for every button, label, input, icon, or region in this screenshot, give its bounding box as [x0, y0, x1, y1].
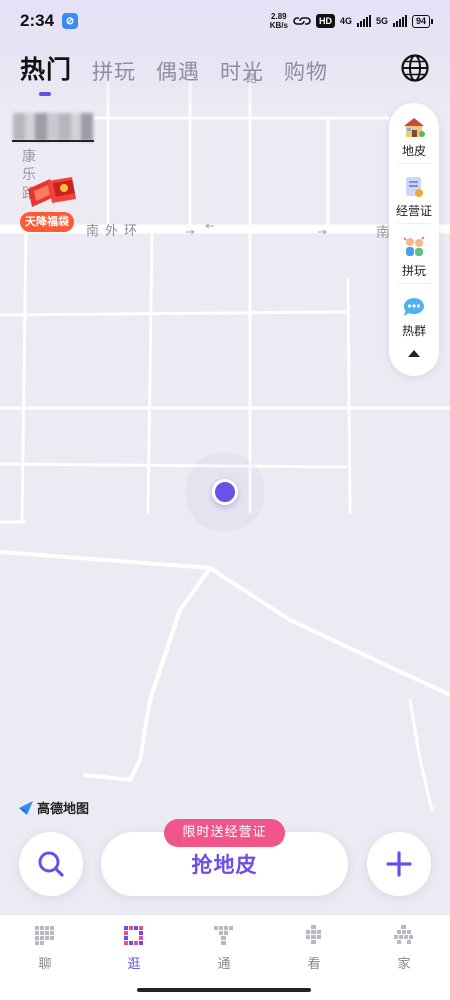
- watch-pixel-icon: [306, 925, 321, 944]
- nav-watch[interactable]: 看: [284, 923, 344, 972]
- dock-label-play-together: 拼玩: [401, 264, 426, 278]
- dock-item-hot-groups[interactable]: 热群: [389, 294, 439, 339]
- map-provider-name: 高德地图: [37, 802, 90, 817]
- status-time: 2:34: [20, 11, 55, 30]
- link-icon: ⊘: [62, 13, 79, 29]
- explore-pixel-icon: [124, 926, 143, 945]
- home-pixel-icon: [394, 925, 413, 944]
- signal-icon: [356, 15, 371, 27]
- nav-label-chat: 聊: [38, 957, 52, 972]
- signal-icon-2: [392, 15, 407, 27]
- nav-label-explore: 逛: [127, 957, 141, 972]
- net-type-1: 4G: [339, 16, 352, 26]
- dock-label-land: 地皮: [401, 144, 426, 158]
- home-indicator: [137, 988, 311, 992]
- nav-connect[interactable]: 通: [194, 923, 254, 972]
- chat-pixel-icon: [35, 926, 54, 945]
- dock-label-hot-groups: 热群: [401, 324, 426, 338]
- plus-icon: [386, 851, 412, 877]
- nav-explore[interactable]: 逛: [104, 923, 164, 972]
- tab-shopping[interactable]: 购物: [284, 56, 328, 86]
- dock-item-certificate[interactable]: 经营证: [389, 174, 439, 219]
- house-icon: [404, 118, 425, 137]
- promo-label[interactable]: 天降福袋: [20, 212, 74, 232]
- speed-unit: KB/s: [269, 21, 288, 30]
- red-packet-icon: [28, 177, 76, 207]
- blurred-place-name: [13, 113, 93, 141]
- tab-moments[interactable]: 时光: [220, 56, 264, 86]
- nav-chat[interactable]: 聊: [15, 923, 75, 972]
- tab-encounter[interactable]: 偶遇: [156, 56, 200, 86]
- amap-arrow-icon: [19, 800, 33, 815]
- road-name-right: 南: [376, 225, 390, 241]
- chat-bubble-icon: [403, 298, 424, 316]
- collapse-arrow-icon[interactable]: [408, 350, 420, 357]
- search-icon: [38, 851, 64, 877]
- network-speed: 2.89 KB/s: [270, 12, 288, 30]
- add-button[interactable]: [367, 832, 431, 896]
- nav-home[interactable]: 家: [374, 923, 434, 972]
- players-icon: [403, 236, 425, 256]
- dock-divider: [397, 283, 431, 284]
- map-provider-logo: 高德地图: [18, 798, 89, 817]
- dock-divider: [397, 163, 431, 164]
- place-underline: [12, 140, 94, 142]
- status-bar: 2:34 ⊘ 2.89 KB/s HD 4G 5G 94: [0, 0, 450, 42]
- nav-label-watch: 看: [307, 957, 321, 972]
- top-tabs: 热门 拼玩 偶遇 时光 购物: [20, 50, 348, 96]
- speed-value: 2.89: [271, 12, 287, 21]
- globe-icon[interactable]: [400, 53, 430, 83]
- net-type-2: 5G: [375, 16, 388, 26]
- search-button[interactable]: [19, 832, 83, 896]
- dock-item-land[interactable]: 地皮: [389, 114, 439, 159]
- certificate-icon: [406, 177, 423, 197]
- battery-icon: 94: [411, 14, 434, 28]
- dock-label-certificate: 经营证: [395, 204, 432, 218]
- street-char-1: 康: [22, 149, 36, 165]
- tab-hot[interactable]: 热门: [20, 50, 72, 96]
- nav-label-connect: 通: [217, 957, 231, 972]
- current-location-dot: [212, 479, 238, 505]
- hd-badge: HD: [315, 14, 335, 28]
- road-name: 南外环: [86, 224, 144, 239]
- nav-label-home: 家: [397, 957, 411, 972]
- promo-tag: 限时送经营证: [164, 819, 285, 847]
- hotspot-link-icon: [293, 17, 311, 25]
- right-dock: 地皮 经营证 拼玩 热群: [389, 103, 439, 376]
- dock-item-play-together[interactable]: 拼玩: [389, 234, 439, 279]
- connect-pixel-icon: [214, 926, 233, 945]
- tab-play-together[interactable]: 拼玩: [92, 56, 136, 86]
- dock-divider: [397, 223, 431, 224]
